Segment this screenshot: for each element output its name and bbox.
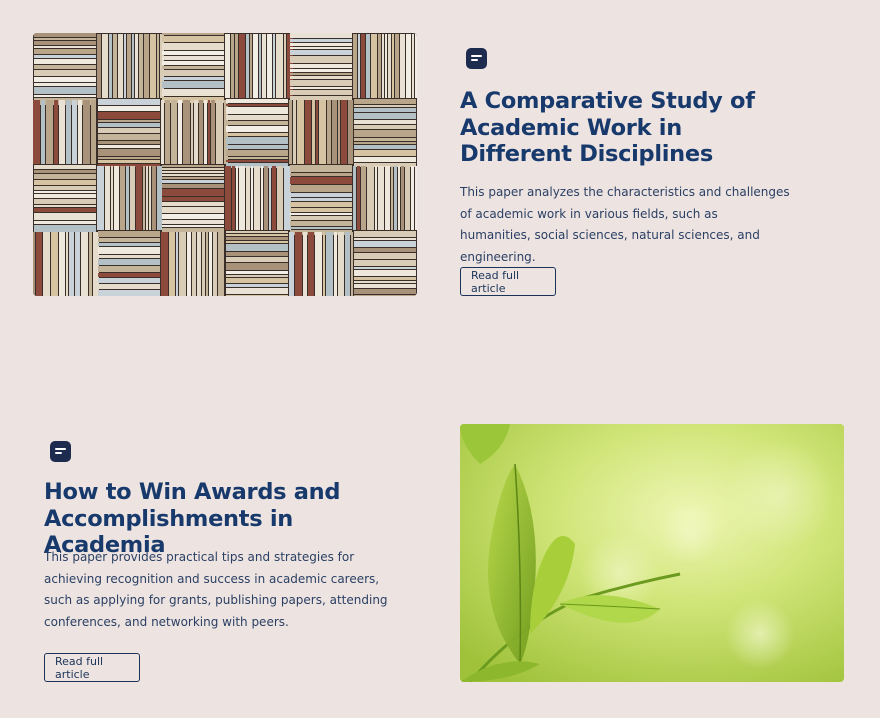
read-full-article-button[interactable]: Read full article [44,653,140,682]
green-leaves-image [460,424,844,682]
article-icon [50,441,71,462]
article-icon [466,48,487,69]
article-description: This paper provides practical tips and s… [44,550,388,629]
article-description: This paper analyzes the characteristics … [460,185,790,264]
article-title: A Comparative Study of Academic Work in … [460,88,755,167]
read-full-article-button[interactable]: Read full article [460,267,556,296]
books-stack-image [33,33,417,296]
